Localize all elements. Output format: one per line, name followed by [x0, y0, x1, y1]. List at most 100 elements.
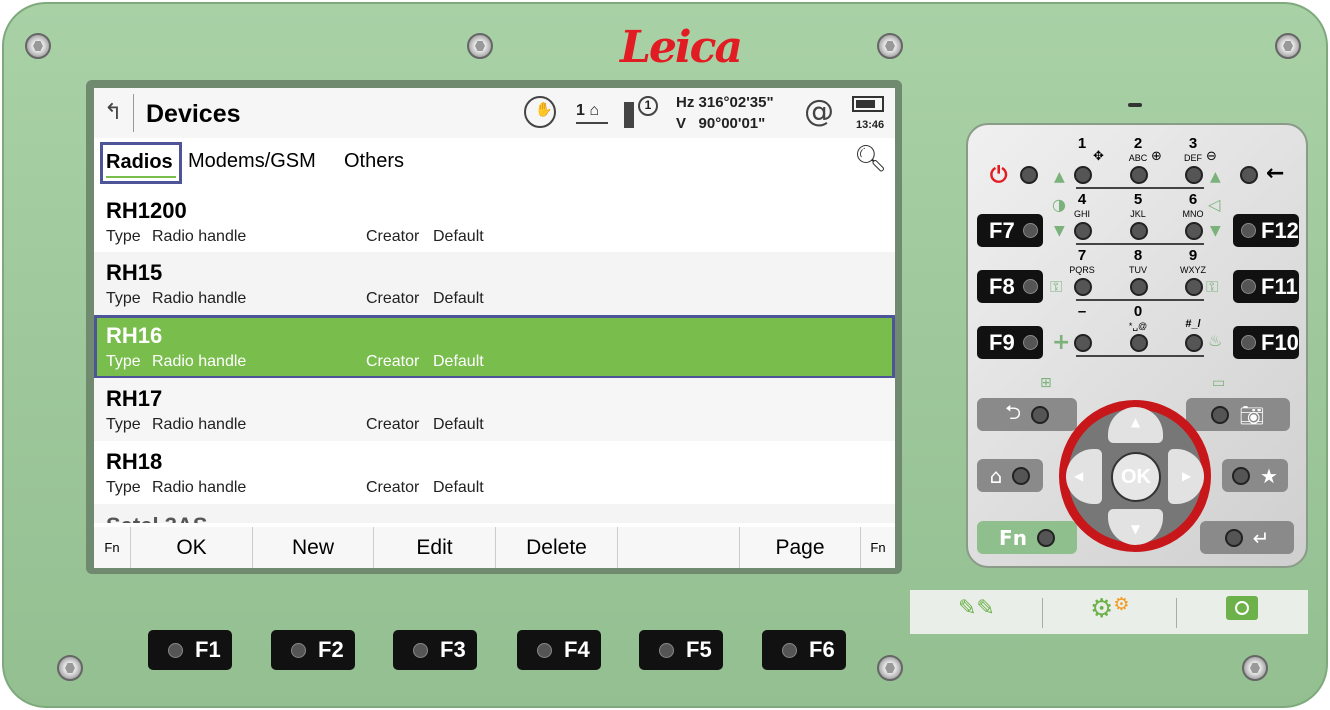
key-dot: [1031, 405, 1050, 424]
f3-key[interactable]: F3: [393, 630, 477, 670]
list-item-selected[interactable]: RH16 Type Radio handle Creator Default: [94, 315, 895, 379]
f5-key[interactable]: F5: [639, 630, 723, 670]
f8-key[interactable]: F8: [977, 270, 1043, 303]
back-key[interactable]: ⮌: [977, 398, 1077, 431]
type-label: Type: [106, 228, 141, 245]
divider: [133, 94, 134, 132]
instrument-target-icon[interactable]: 1: [624, 96, 658, 130]
fn-softkey-left[interactable]: Fn: [94, 527, 130, 568]
hz-label: Hz: [676, 94, 695, 111]
f2-key[interactable]: F2: [271, 630, 355, 670]
hz-angle: Hz 316°02'35": [676, 94, 774, 111]
key-hash[interactable]: [1185, 334, 1203, 352]
key-dot: [782, 642, 797, 658]
type-value: Radio handle: [152, 353, 247, 370]
item-name: RH16: [106, 323, 163, 348]
f12-key[interactable]: F12: [1233, 214, 1299, 247]
key-1[interactable]: [1074, 166, 1092, 184]
item-name: RH15: [106, 260, 163, 285]
key-5[interactable]: [1130, 222, 1148, 240]
tab-modems-gsm[interactable]: Modems/GSM: [184, 148, 320, 175]
zoom-in-icon: ⊕: [1151, 149, 1162, 164]
tab-radios[interactable]: Radios: [100, 142, 182, 184]
camera-key[interactable]: 📷︎: [1186, 398, 1290, 431]
page-button[interactable]: Page: [739, 527, 860, 568]
enter-key[interactable]: ↵: [1200, 521, 1294, 554]
f10-key[interactable]: F10: [1233, 326, 1299, 359]
camera-settings-icon[interactable]: [1226, 596, 1258, 620]
favorites-key[interactable]: ★: [1222, 459, 1288, 492]
key-4[interactable]: [1074, 222, 1092, 240]
search-icon[interactable]: 🔍︎: [854, 144, 887, 174]
key-0[interactable]: [1130, 334, 1148, 352]
key-label: F12: [1261, 217, 1299, 243]
f9-key[interactable]: F9: [977, 326, 1043, 359]
navigation-pad[interactable]: ▲ ▼ ◀ ▶ OK: [1059, 400, 1211, 552]
arrow-right-key[interactable]: ▶: [1168, 449, 1204, 504]
f11-key[interactable]: F11: [1233, 270, 1299, 303]
key-dot: [1241, 335, 1256, 350]
new-button[interactable]: New: [252, 527, 373, 568]
settings-gears-icon[interactable]: ⚙⚙: [1090, 594, 1129, 624]
arrow-down-key[interactable]: ▼: [1108, 509, 1163, 545]
key-minus-label: –: [1077, 303, 1087, 320]
brightness-up-icon: ▲: [1054, 169, 1065, 185]
crosshair-hand-icon[interactable]: ✋: [524, 96, 556, 128]
key-6[interactable]: [1185, 222, 1203, 240]
v-value: 90°00'01": [698, 115, 766, 132]
screw-icon: [877, 655, 903, 681]
arrow-left-key[interactable]: ◀: [1066, 449, 1102, 504]
key-label: F11: [1261, 273, 1298, 299]
home-key[interactable]: ⌂: [977, 459, 1043, 492]
key-3-label: 3 DEF: [1178, 136, 1208, 165]
back-icon[interactable]: ↰: [104, 100, 122, 125]
key-9[interactable]: [1185, 278, 1203, 296]
list-item[interactable]: RH18 Type Radio handle Creator Default: [94, 441, 895, 504]
f6-key[interactable]: F6: [762, 630, 846, 670]
camera-icon: 📷︎: [1239, 402, 1265, 427]
v-label: V: [676, 115, 687, 132]
screw-icon: [1242, 655, 1268, 681]
creator-value: Default: [433, 479, 484, 496]
digit: 4: [1077, 191, 1087, 208]
power-key[interactable]: [1020, 166, 1038, 184]
tab-others[interactable]: Others: [340, 148, 408, 175]
key-6-label: 6 MNO: [1178, 192, 1208, 221]
digit: 7: [1077, 247, 1087, 264]
fn-key[interactable]: Fn: [977, 521, 1077, 554]
fn-softkey-right[interactable]: Fn: [860, 527, 895, 568]
keyboard-lock-icon: ⚿: [1050, 277, 1063, 296]
contrast-icon: ◑: [1052, 195, 1066, 214]
ok-key[interactable]: OK: [1111, 452, 1161, 502]
key-minus[interactable]: [1074, 334, 1092, 352]
light-icon: ♨: [1208, 331, 1223, 350]
list-item[interactable]: RH1200 Type Radio handle Creator Default: [94, 190, 895, 253]
survey-tools-icon[interactable]: ✎✎: [958, 596, 995, 621]
divider: [1076, 299, 1204, 301]
face-indicator[interactable]: 1 ⌂: [576, 102, 608, 124]
divider: [1076, 355, 1204, 357]
creator-value: Default: [433, 416, 484, 433]
ok-button[interactable]: OK: [130, 527, 252, 568]
list-item[interactable]: RH15 Type Radio handle Creator Default: [94, 252, 895, 315]
softkey-bar: Fn OK New Edit Delete Page Fn: [94, 527, 895, 568]
empty-softkey[interactable]: [617, 527, 739, 568]
volume-up-icon: ▲: [1210, 169, 1221, 185]
windows-icon: ⊞: [1040, 375, 1052, 391]
f7-key[interactable]: F7: [977, 214, 1043, 247]
f4-key[interactable]: F4: [517, 630, 601, 670]
edit-button[interactable]: Edit: [373, 527, 495, 568]
backspace-key[interactable]: [1240, 166, 1258, 184]
key-2[interactable]: [1130, 166, 1148, 184]
type-label: Type: [106, 290, 141, 307]
key-3[interactable]: [1185, 166, 1203, 184]
delete-button[interactable]: Delete: [495, 527, 617, 568]
face-number: 1: [576, 102, 585, 119]
connection-icon[interactable]: @: [804, 94, 834, 129]
key-7[interactable]: [1074, 278, 1092, 296]
key-8[interactable]: [1130, 278, 1148, 296]
arrow-up-key[interactable]: ▲: [1108, 407, 1163, 443]
f1-key[interactable]: F1: [148, 630, 232, 670]
list-item[interactable]: RH17 Type Radio handle Creator Default: [94, 378, 895, 441]
list-item[interactable]: Satel 3AS: [94, 504, 895, 523]
